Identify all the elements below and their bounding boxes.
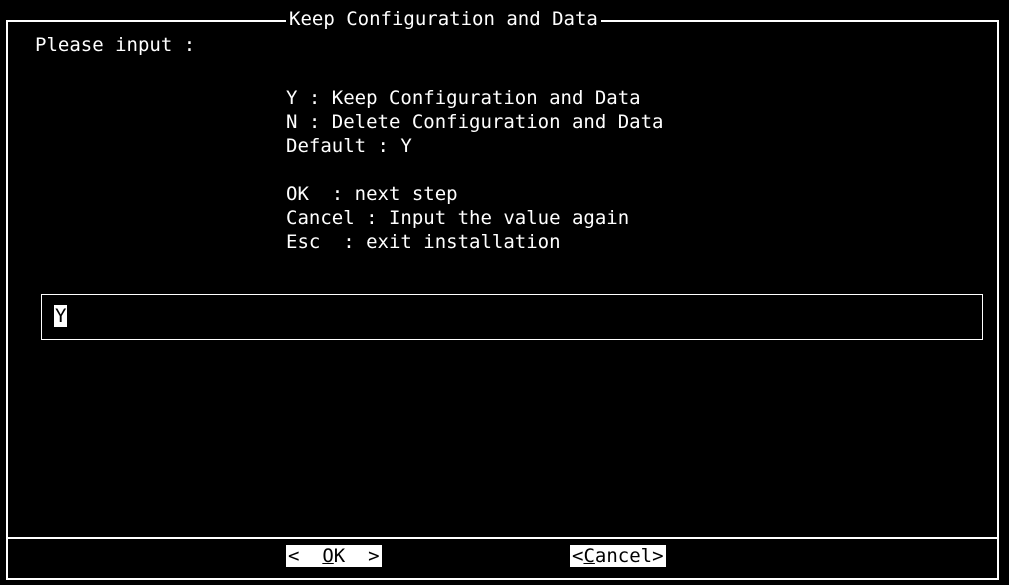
option-default: Default : Y — [286, 135, 412, 157]
cancel-button-left: < — [572, 545, 584, 567]
installer-screen: Keep Configuration and Data Please input… — [0, 0, 1009, 585]
ok-button-rest: K > — [333, 545, 380, 567]
ok-button[interactable]: < OK > — [286, 545, 382, 567]
cancel-button-hotkey: C — [583, 545, 595, 567]
ok-button-left: < — [288, 545, 323, 567]
cancel-button[interactable]: <Cancel> — [570, 545, 666, 567]
ok-button-hotkey: O — [322, 545, 334, 567]
option-delete: N : Delete Configuration and Data — [286, 111, 664, 133]
help-esc: Esc : exit installation — [286, 231, 561, 253]
help-cancel: Cancel : Input the value again — [286, 207, 630, 229]
dialog-title: Keep Configuration and Data — [286, 8, 601, 30]
option-keep: Y : Keep Configuration and Data — [286, 87, 641, 109]
help-ok: OK : next step — [286, 183, 458, 205]
value-input[interactable]: Y — [41, 294, 983, 340]
input-prompt: Please input : — [35, 34, 196, 56]
button-separator — [7, 537, 998, 539]
cancel-button-rest: ancel> — [594, 545, 664, 567]
input-cursor-value[interactable]: Y — [54, 305, 68, 327]
